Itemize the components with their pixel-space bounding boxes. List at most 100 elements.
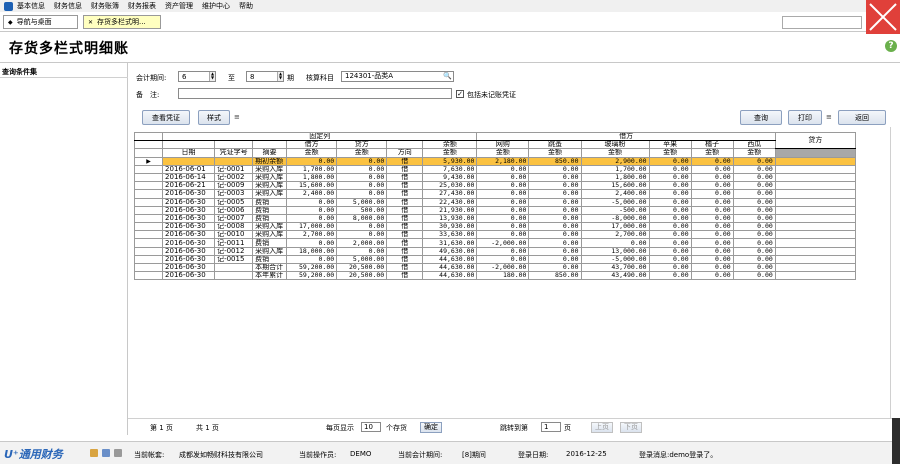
- cell-summary: 采购入库: [252, 189, 288, 199]
- table-row[interactable]: 2016-06-30 记-0012 采购入库 18,000.00 0.00 借 49,630…: [134, 246, 856, 256]
- remark-label: 备 注:: [136, 91, 160, 99]
- cell-credit-group: [774, 197, 856, 207]
- menu-item-maintenance[interactable]: 维护中心: [202, 1, 230, 11]
- scrollbar[interactable]: [892, 418, 900, 464]
- tab-navigation-desktop[interactable]: ◆ 导航与桌面: [3, 15, 78, 29]
- tab-search-input[interactable]: [782, 16, 862, 29]
- tab-inventory-ledger[interactable]: ✕ 存货多栏式明...: [83, 15, 161, 29]
- divider: [890, 127, 891, 419]
- period-from-spinner[interactable]: 6 ▲ ▼: [178, 71, 216, 82]
- cell-c3: -5,000.00: [580, 254, 650, 265]
- header-credit-group: 贷方: [774, 132, 856, 150]
- menu-item-help[interactable]: 帮助: [239, 1, 253, 11]
- table-row[interactable]: 2016-06-30 记-0010 采购入库 2,700.00 0.00 借 33,630.…: [134, 230, 856, 240]
- back-button[interactable]: 返回: [838, 110, 886, 125]
- total-pages-label: 共 1 页: [196, 424, 219, 432]
- next-page-button[interactable]: 下页: [620, 422, 642, 433]
- search-icon[interactable]: 🔍: [443, 72, 452, 81]
- table-row[interactable]: 2016-06-30 记-0005 费销 0.00 5,000.00 借 22,430.00…: [134, 197, 856, 207]
- cell-c5: 0.00: [690, 181, 734, 191]
- menu-item-basic-info[interactable]: 基本信息: [17, 1, 45, 11]
- cell-c1: 0.00: [476, 246, 530, 256]
- table-row[interactable]: 2016-06-21 记-0009 采购入库 15,600.00 0.00 借 25,030…: [134, 181, 856, 191]
- cell-c1: -2,000.00: [476, 238, 530, 248]
- cell-voucher: 记-0005: [214, 197, 254, 207]
- cell-date: 2016-06-30: [162, 271, 216, 281]
- prev-page-button[interactable]: 上页: [591, 422, 613, 433]
- table-row[interactable]: 2016-06-30 记-0006 费销 0.00 500.00 借 21,930.00 0.…: [134, 205, 856, 215]
- table-row[interactable]: 2016-06-30 本年累计 59,200.00 20,500.00 借 44,630.…: [134, 271, 856, 281]
- cell-c6: 0.00: [732, 238, 776, 248]
- operator-value: DEMO: [350, 450, 372, 458]
- cell-voucher: 记-0008: [214, 222, 254, 232]
- cell-credit: 0.00: [336, 164, 388, 174]
- menu-item-asset-management[interactable]: 资产管理: [165, 1, 193, 11]
- cell-balance: 44,630.00: [422, 271, 478, 281]
- cell-dir: 借: [386, 238, 424, 248]
- cell-c6: 0.00: [732, 181, 776, 191]
- help-icon[interactable]: ?: [885, 40, 897, 52]
- table-row[interactable]: ▶ 期初余额 0.00 0.00 借 5,930.00 2,180.00 850.00 2,90…: [134, 156, 856, 166]
- cell-balance: 44,630.00: [422, 262, 478, 273]
- cell-credit-group: [774, 271, 856, 281]
- table-row[interactable]: 2016-06-30 记-0007 费销 0.00 8,000.00 借 13,930.00…: [134, 213, 856, 224]
- cell-date: 2016-06-30: [162, 254, 216, 265]
- print-menu-icon[interactable]: ≡: [826, 113, 832, 121]
- table-row[interactable]: 2016-06-30 记-0011 费销 0.00 2,000.00 借 31,630.00…: [134, 238, 856, 248]
- goto-page-input[interactable]: 1: [541, 422, 561, 432]
- cell-credit: 5,000.00: [336, 254, 388, 265]
- table-row[interactable]: 2016-06-14 记-0002 采购入库 1,800.00 0.00 借 9,430.0…: [134, 172, 856, 183]
- period-to-spinner[interactable]: 8 ▲ ▼: [246, 71, 284, 82]
- style-menu-icon[interactable]: ≡: [234, 113, 240, 121]
- subject-label: 核算科目: [306, 74, 334, 82]
- spinner-arrows-icon[interactable]: ▲ ▼: [209, 72, 215, 81]
- subject-input[interactable]: 124301-品类A 🔍: [341, 71, 454, 82]
- cell-voucher: 记-0010: [214, 230, 254, 240]
- menu-item-finance-books[interactable]: 财务账簿: [91, 1, 119, 11]
- cell-dir: 借: [386, 156, 424, 166]
- close-tab-icon[interactable]: ✕: [88, 19, 93, 26]
- tool-icon[interactable]: [114, 449, 122, 457]
- remark-input[interactable]: [178, 88, 452, 99]
- cell-c2: 0.00: [528, 262, 582, 273]
- header-amount: 金额: [476, 148, 530, 158]
- view-voucher-button[interactable]: 查看凭证: [142, 110, 190, 125]
- cell-c6: 0.00: [732, 164, 776, 174]
- folder-icon[interactable]: [90, 449, 98, 457]
- row-indicator: [134, 262, 164, 273]
- cell-date: 2016-06-30: [162, 197, 216, 207]
- cell-debit: 15,600.00: [286, 181, 338, 191]
- header-cell: [386, 140, 424, 150]
- close-icon[interactable]: [866, 0, 900, 34]
- spinner-arrows-icon[interactable]: ▲ ▼: [277, 72, 283, 81]
- cell-c5: 0.00: [690, 156, 734, 166]
- cell-debit: 0.00: [286, 238, 338, 248]
- table-row[interactable]: 2016-06-01 记-0001 采购入库 1,700.00 0.00 借 7,630.0…: [134, 164, 856, 174]
- cell-voucher: 记-0012: [214, 246, 254, 256]
- per-page-select[interactable]: 10: [361, 422, 381, 432]
- cell-balance: 49,630.00: [422, 246, 478, 256]
- cell-voucher: 记-0007: [214, 213, 254, 224]
- print-button[interactable]: 打印: [788, 110, 822, 125]
- header-cell: [134, 140, 164, 150]
- app-icon: [4, 1, 13, 11]
- cell-c2: 0.00: [528, 230, 582, 240]
- table-row[interactable]: 2016-06-30 本期合计 59,200.00 20,500.00 借 44,630.…: [134, 262, 856, 273]
- row-indicator: [134, 254, 164, 265]
- table-row[interactable]: 2016-06-30 记-0015 费销 0.00 5,000.00 借 44,630.00…: [134, 254, 856, 265]
- include-unposted-checkbox[interactable]: ✓: [456, 90, 464, 98]
- header-cell: [162, 140, 216, 150]
- cell-balance: 33,630.00: [422, 230, 478, 240]
- cell-credit-group: [774, 262, 856, 273]
- style-button[interactable]: 样式: [198, 110, 230, 125]
- table-row[interactable]: 2016-06-30 记-0008 采购入库 17,000.00 0.00 借 30,930…: [134, 222, 856, 232]
- cell-c4: 0.00: [648, 230, 692, 240]
- menu-item-finance-reports[interactable]: 财务报表: [128, 1, 156, 11]
- book-icon[interactable]: [102, 449, 110, 457]
- cell-credit: 5,000.00: [336, 197, 388, 207]
- cell-c4: 0.00: [648, 205, 692, 215]
- table-row[interactable]: 2016-06-30 记-0003 采购入库 2,400.00 0.00 借 27,430.…: [134, 189, 856, 199]
- menu-item-finance-info[interactable]: 财务信息: [54, 1, 82, 11]
- confirm-button[interactable]: 确定: [420, 422, 442, 433]
- query-button[interactable]: 查询: [740, 110, 782, 125]
